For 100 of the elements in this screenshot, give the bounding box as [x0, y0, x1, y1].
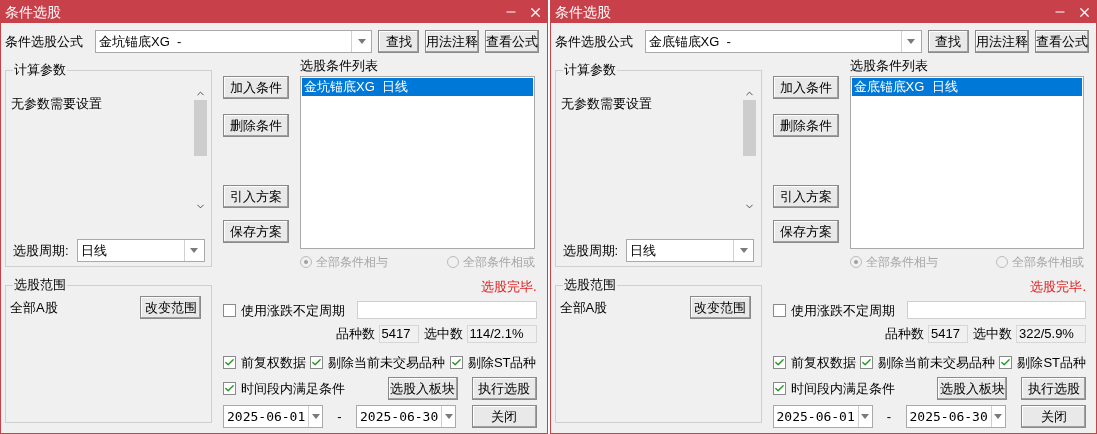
count-label: 品种数	[335, 325, 375, 343]
params-text: 无参数需要设置	[559, 95, 653, 113]
plan-button[interactable]: 保存方案	[772, 220, 839, 243]
date-separator: -	[336, 407, 343, 426]
dropdown-field[interactable]: 2025-06-30	[356, 405, 456, 428]
list-item[interactable]: 金底锚底XG 日线	[851, 78, 1082, 96]
status-text: 选股完毕.	[1030, 278, 1086, 296]
close-button[interactable]: 关闭	[1021, 405, 1086, 428]
radio-label: 全部条件相与	[865, 254, 938, 271]
list-title: 选股条件列表	[300, 58, 379, 74]
checkbox-label: 前复权数据	[241, 353, 306, 372]
group-title: 计算参数	[562, 62, 617, 78]
dropdown-field[interactable]: 2025-06-01	[223, 405, 323, 428]
count-value: 114/2.1%	[466, 324, 537, 343]
checkbox[interactable]	[772, 355, 786, 369]
count-value: 5417	[928, 324, 968, 343]
dropdown-value: 金底锚底XG -	[647, 32, 732, 51]
checkbox[interactable]	[772, 303, 786, 317]
dropdown-caret-icon[interactable]	[311, 414, 320, 419]
range-value: 全部A股	[559, 298, 608, 317]
dropdown-caret-icon[interactable]	[444, 414, 453, 419]
scrollbar-thumb[interactable]	[743, 100, 756, 156]
plan-button[interactable]: 引入方案	[223, 185, 289, 208]
list-title: 选股条件列表	[849, 58, 929, 74]
checkbox-label: 剔除当前未交易品种	[328, 353, 446, 372]
checkbox[interactable]	[999, 355, 1013, 369]
dropdown-value: 日线	[79, 241, 108, 260]
group-title: 计算参数	[13, 62, 67, 78]
toolbar-button[interactable]: 查看公式	[485, 30, 539, 53]
period-label: 选股周期:	[13, 241, 69, 260]
count-value: 322/5.9%	[1016, 324, 1086, 343]
window-title: 条件选股	[554, 2, 612, 22]
dropdown-field[interactable]: 金底锚底XG -	[644, 30, 922, 53]
dropdown-value: 金坑锚底XG -	[98, 32, 183, 51]
plan-button[interactable]: 保存方案	[223, 220, 289, 243]
dropdown-field[interactable]: 日线	[76, 239, 205, 262]
condition-button[interactable]: 加入条件	[223, 76, 289, 99]
plan-button[interactable]: 引入方案	[772, 185, 839, 208]
checkbox[interactable]	[223, 355, 236, 369]
group-title: 选股范围	[13, 277, 67, 293]
dropdown-caret-icon[interactable]	[907, 39, 915, 44]
checkbox[interactable]	[772, 382, 786, 395]
dropdown-value: 2025-06-01	[226, 407, 307, 426]
radio-label: 全部条件相与	[316, 254, 388, 271]
checkbox-label: 剔除ST品种	[1017, 353, 1086, 372]
add-to-block-button[interactable]: 选股入板块	[387, 377, 458, 400]
dropdown-field[interactable]: 金坑锚底XG -	[95, 30, 372, 53]
change-range-button[interactable]: 改变范围	[689, 296, 751, 319]
period-input[interactable]	[357, 301, 537, 320]
count-label: 品种数	[885, 325, 924, 343]
checkbox-label: 时间段内满足条件	[241, 379, 345, 398]
range-value: 全部A股	[10, 298, 58, 317]
checkbox[interactable]	[859, 355, 873, 369]
checkbox[interactable]	[223, 303, 236, 317]
dropdown-field[interactable]: 日线	[626, 239, 755, 262]
dropdown-caret-icon[interactable]	[190, 248, 199, 253]
condition-button[interactable]: 删除条件	[223, 114, 289, 137]
list-item[interactable]: 金坑锚底XG 日线	[302, 78, 533, 96]
checkbox-label: 时间段内满足条件	[790, 379, 895, 398]
dropdown-caret-icon[interactable]	[994, 414, 1003, 419]
status-text: 选股完毕.	[480, 278, 537, 296]
checkbox[interactable]	[310, 355, 324, 369]
checkbox-label: 剔除当前未交易品种	[877, 353, 995, 372]
toolbar-button[interactable]: 用法注释	[425, 30, 479, 53]
params-text: 无参数需要设置	[10, 95, 103, 113]
toolbar-button[interactable]: 查看公式	[1034, 30, 1089, 53]
toolbar-button[interactable]: 用法注释	[974, 30, 1029, 53]
run-button[interactable]: 执行选股	[471, 377, 537, 400]
period-input[interactable]	[906, 301, 1086, 320]
dropdown-value: 日线	[629, 241, 658, 260]
change-range-button[interactable]: 改变范围	[140, 296, 201, 319]
condition-button[interactable]: 加入条件	[772, 76, 839, 99]
radio-label: 全部条件相或	[1012, 254, 1084, 271]
dropdown-value: 2025-06-30	[359, 407, 440, 426]
checkbox[interactable]	[449, 355, 463, 369]
dropdown-field[interactable]: 2025-06-30	[905, 405, 1006, 428]
close-button[interactable]: 关闭	[471, 405, 537, 428]
dropdown-caret-icon[interactable]	[739, 248, 748, 253]
count-label: 选中数	[973, 325, 1012, 343]
checkbox-label: 剔除ST品种	[467, 353, 537, 372]
add-to-block-button[interactable]: 选股入板块	[937, 377, 1007, 400]
run-button[interactable]: 执行选股	[1021, 377, 1086, 400]
checkbox-label: 使用涨跌不定周期	[790, 301, 895, 320]
scrollbar-thumb[interactable]	[193, 100, 207, 156]
condition-button[interactable]: 删除条件	[772, 114, 839, 137]
dropdown-field[interactable]: 2025-06-01	[772, 405, 873, 428]
toolbar-button[interactable]: 查找	[378, 30, 419, 53]
toolbar-button[interactable]: 查找	[927, 30, 969, 53]
dropdown-caret-icon[interactable]	[357, 39, 366, 44]
dropdown-caret-icon[interactable]	[861, 414, 870, 419]
count-value: 5417	[378, 324, 419, 343]
period-label: 选股周期:	[562, 241, 619, 260]
radio-label: 全部条件相或	[462, 254, 535, 271]
count-label: 选中数	[423, 325, 463, 343]
dropdown-value: 2025-06-30	[908, 407, 989, 426]
checkbox-label: 使用涨跌不定周期	[241, 301, 345, 320]
window-title: 条件选股	[5, 2, 62, 22]
checkbox-label: 前复权数据	[790, 353, 856, 372]
checkbox[interactable]	[223, 382, 236, 395]
formula-label: 条件选股公式	[5, 32, 84, 51]
